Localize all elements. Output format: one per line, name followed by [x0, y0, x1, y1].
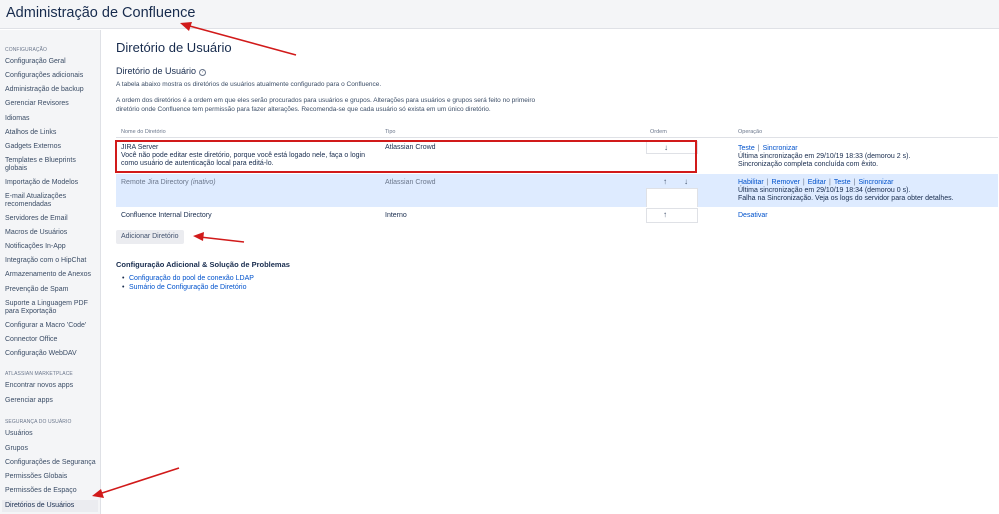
section-title-text: Diretório de Usuário — [116, 66, 197, 76]
app-header: Administração de Confluence — [0, 0, 999, 29]
sidebar-item-diretorios-usuarios[interactable]: Diretórios de Usuários — [2, 500, 98, 512]
sync-link[interactable]: Sincronizar — [858, 179, 893, 186]
sidebar-item-integracao-hipchat[interactable]: Integração com o HipChat — [5, 257, 97, 265]
sidebar-item-armazenamento-anexos[interactable]: Armazenamento de Anexos — [5, 271, 97, 279]
sidebar-item-encontrar-apps[interactable]: Encontrar novos apps — [5, 382, 97, 390]
test-link[interactable]: Teste — [738, 145, 755, 152]
order-cell — [646, 208, 698, 223]
operation-links: Habilitar | Remover | Editar | Teste | Sincroniz… — [738, 179, 894, 186]
sidebar-item-permissoes-globais[interactable]: Permissões Globais — [5, 473, 97, 481]
sidebar-item-gadgets-externos[interactable]: Gadgets Externos — [5, 143, 97, 151]
move-up-icon[interactable]: ↑ — [659, 210, 671, 219]
description-text: A tabela abaixo mostra os diretórios de … — [116, 81, 382, 88]
admin-sidebar: CONFIGURAÇÃO Configuração Geral Configur… — [0, 30, 101, 514]
sidebar-item-configuracao-geral[interactable]: Configuração Geral — [5, 58, 97, 66]
additional-config-links: Configuração do pool de conexão LDAP Sum… — [122, 274, 254, 292]
sidebar-heading-configuracao: CONFIGURAÇÃO — [5, 47, 48, 53]
directory-name-text: Remote Jira Directory — [121, 179, 189, 186]
enable-link[interactable]: Habilitar — [738, 179, 764, 186]
additional-config-title: Configuração Adicional & Solução de Prob… — [116, 260, 290, 269]
sidebar-item-notificacoes-in-app[interactable]: Notificações In-App — [5, 243, 97, 251]
column-header-operation: Operação — [738, 129, 763, 135]
add-directory-button[interactable]: Adicionar Diretório — [116, 230, 184, 244]
directory-type: Atlassian Crowd — [385, 179, 436, 186]
move-down-icon[interactable]: ↓ — [680, 177, 692, 186]
directory-name: Confluence Internal Directory — [121, 212, 212, 219]
sidebar-item-email-atualizacoes[interactable]: E-mail Atualizações recomendadas — [5, 193, 97, 209]
directory-type: Interno — [385, 212, 407, 219]
sidebar-item-macros-usuarios[interactable]: Macros de Usuários — [5, 229, 97, 237]
sidebar-item-usuarios[interactable]: Usuários — [5, 430, 97, 438]
sidebar-heading-marketplace: ATLASSIAN MARKETPLACE — [5, 371, 73, 377]
inactive-tag: (inativo) — [190, 179, 216, 186]
directory-summary-link[interactable]: Sumário de Configuração de Diretório — [122, 283, 254, 292]
remove-link[interactable]: Remover — [772, 179, 800, 186]
sidebar-item-configuracoes-adicionais[interactable]: Configurações adicionais — [5, 72, 97, 80]
table-divider — [116, 137, 998, 138]
sync-status-line-2: Falha na Sincronização. Veja os logs do … — [738, 195, 954, 202]
sidebar-item-atalhos-links[interactable]: Atalhos de Links — [5, 129, 97, 137]
annotation-highlight-box — [115, 140, 697, 173]
column-header-order: Ordem — [650, 129, 667, 135]
order-cell-gap — [646, 188, 698, 207]
sidebar-item-suporte-pdf[interactable]: Suporte a Linguagem PDF para Exportação — [5, 300, 97, 316]
sidebar-item-templates-blueprints[interactable]: Templates e Blueprints globais — [5, 157, 97, 173]
sidebar-item-configuracoes-seguranca[interactable]: Configurações de Segurança — [5, 459, 97, 467]
sync-status-line-1: Última sincronização em 29/10/19 18:34 (… — [738, 187, 911, 194]
section-title: Diretório de Usuário? — [116, 66, 207, 76]
sidebar-item-importacao-modelos[interactable]: Importação de Modelos — [5, 179, 97, 187]
sidebar-item-macro-code[interactable]: Configurar a Macro 'Code' — [5, 322, 97, 330]
sidebar-item-connector-office[interactable]: Connector Office — [5, 336, 97, 344]
sidebar-item-prevencao-spam[interactable]: Prevenção de Spam — [5, 286, 97, 294]
sidebar-item-webdav[interactable]: Configuração WebDAV — [5, 350, 97, 358]
sidebar-item-gerenciar-apps[interactable]: Gerenciar apps — [5, 397, 97, 405]
sidebar-item-gerenciar-revisores[interactable]: Gerenciar Revisores — [5, 100, 97, 108]
column-header-type: Tipo — [385, 129, 396, 135]
table-row-remote-jira: Remote Jira Directory (inativo) Atlassia… — [116, 174, 998, 207]
sidebar-heading-seguranca: SEGURANÇA DO USUÁRIO — [5, 419, 72, 425]
help-circle-icon[interactable]: ? — [199, 69, 207, 76]
move-up-icon[interactable]: ↑ — [659, 177, 671, 186]
ldap-pool-link[interactable]: Configuração do pool de conexão LDAP — [122, 274, 254, 283]
operation-links: Teste | Sincronizar — [738, 145, 798, 152]
sidebar-item-permissoes-espaco[interactable]: Permissões de Espaço — [5, 487, 97, 495]
sync-status-line-2: Sincronização completa concluída com êxi… — [738, 161, 879, 168]
sidebar-item-servidores-email[interactable]: Servidores de Email — [5, 215, 97, 223]
operation-links: Desativar — [738, 212, 768, 220]
main-content: Diretório de Usuário Diretório de Usuári… — [102, 30, 999, 514]
page-title: Diretório de Usuário — [116, 40, 232, 55]
sidebar-item-idiomas[interactable]: Idiomas — [5, 115, 97, 123]
directory-name: Remote Jira Directory (inativo) — [121, 179, 216, 187]
app-title: Administração de Confluence — [6, 5, 196, 21]
test-link[interactable]: Teste — [834, 179, 851, 186]
order-description-text: A ordem dos diretórios é a ordem em que … — [116, 97, 536, 113]
sidebar-item-grupos[interactable]: Grupos — [5, 445, 97, 453]
sidebar-item-administracao-backup[interactable]: Administração de backup — [5, 86, 97, 94]
column-header-name: Nome do Diretório — [121, 129, 166, 135]
sync-link[interactable]: Sincronizar — [763, 145, 798, 152]
sync-status-line-1: Última sincronização em 29/10/19 18:33 (… — [738, 153, 911, 160]
table-row-internal: Confluence Internal Directory Interno ↑ … — [116, 208, 998, 224]
deactivate-link[interactable]: Desativar — [738, 212, 768, 219]
edit-link[interactable]: Editar — [808, 179, 826, 186]
